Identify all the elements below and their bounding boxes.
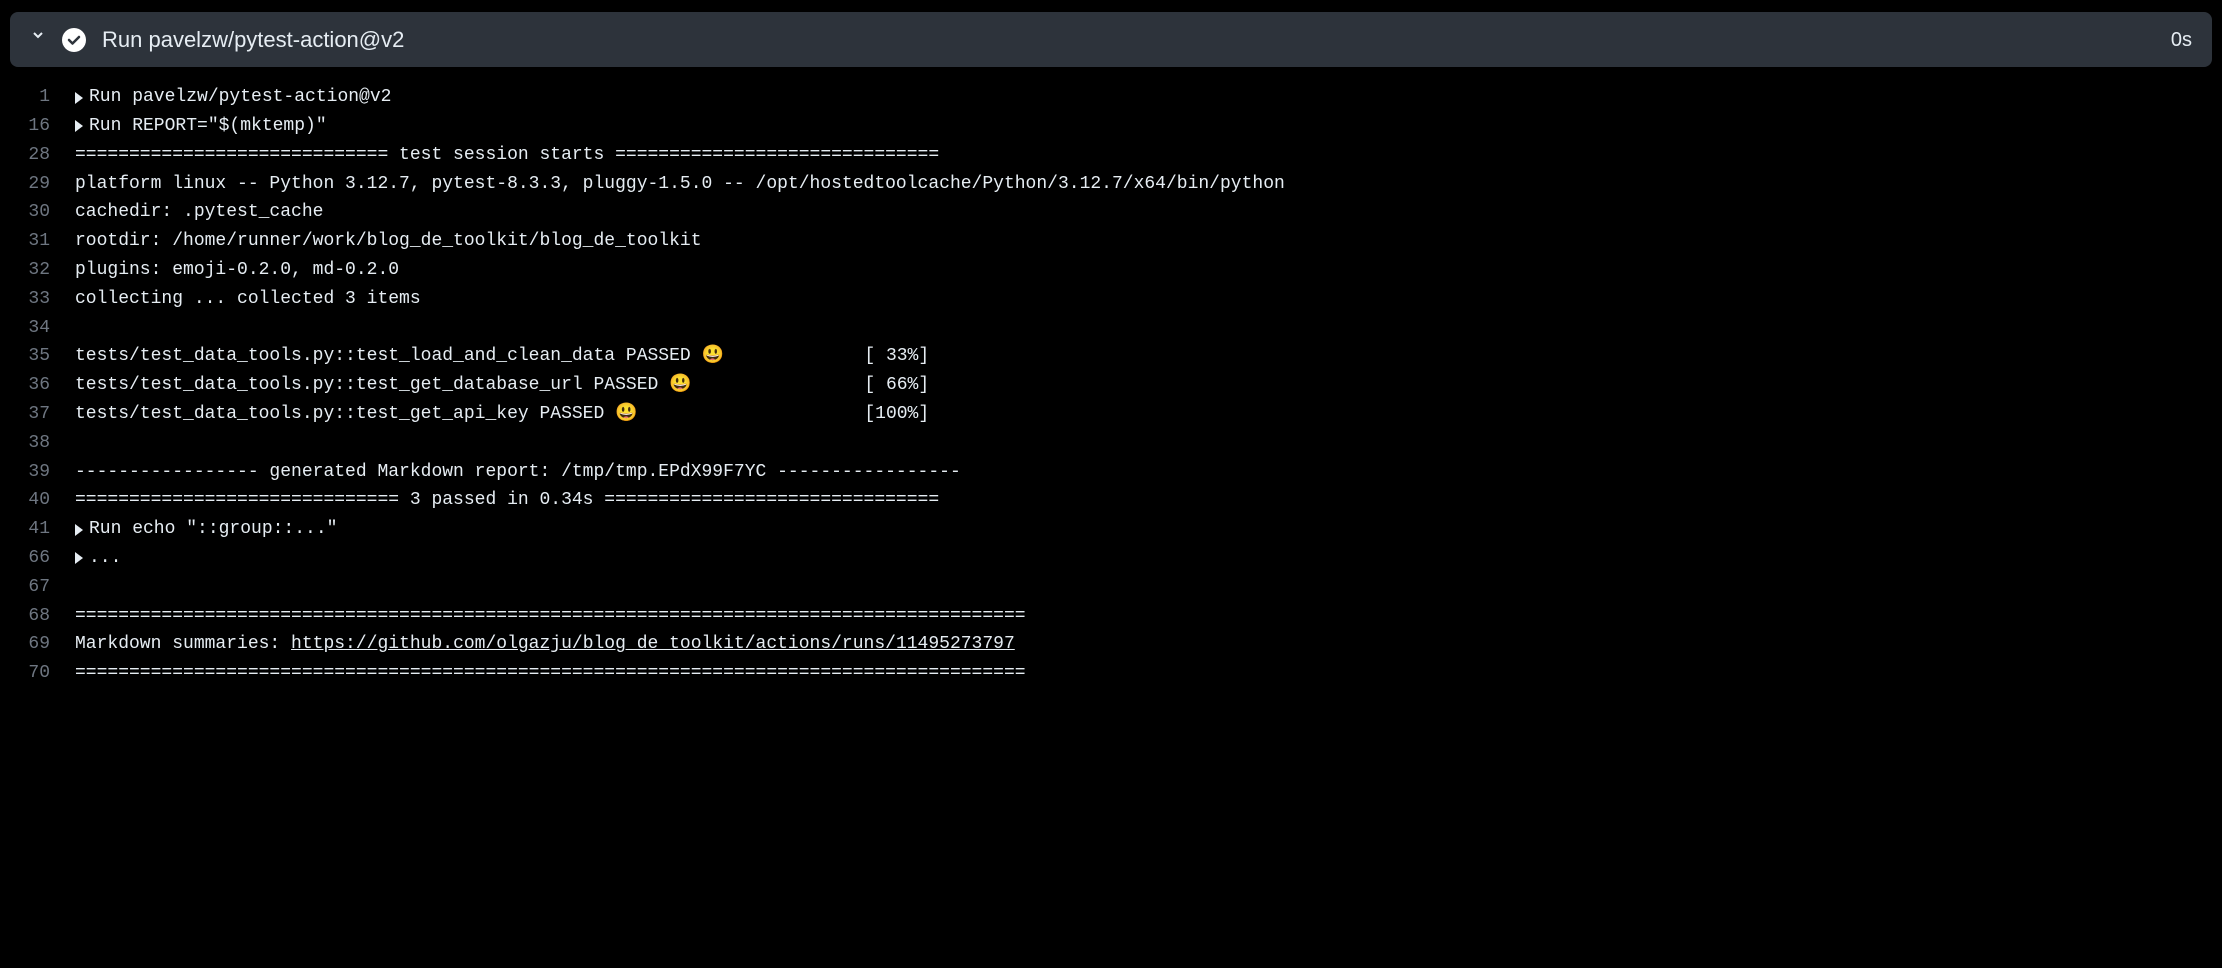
log-line: 32 plugins: emoji-0.2.0, md-0.2.0: [20, 256, 2222, 285]
log-line: 70 =====================================…: [20, 659, 2222, 688]
step-duration: 0s: [2171, 24, 2192, 56]
line-number: 34: [20, 314, 75, 343]
line-number: 32: [20, 256, 75, 285]
line-content: Run REPORT="$(mktemp)": [75, 112, 327, 141]
log-line: 67: [20, 573, 2222, 602]
line-content: plugins: emoji-0.2.0, md-0.2.0: [75, 256, 399, 285]
line-number: 38: [20, 429, 75, 458]
line-number: 29: [20, 170, 75, 199]
log-line: 31 rootdir: /home/runner/work/blog_de_to…: [20, 227, 2222, 256]
line-number: 36: [20, 371, 75, 400]
line-content: ========================================…: [75, 659, 1026, 688]
log-line: 68 =====================================…: [20, 602, 2222, 631]
log-line: 36 tests/test_data_tools.py::test_get_da…: [20, 371, 2222, 400]
line-number: 69: [20, 630, 75, 659]
step-header[interactable]: Run pavelzw/pytest-action@v2 0s: [10, 12, 2212, 67]
line-content: Run echo "::group::...": [75, 515, 337, 544]
log-line: 30 cachedir: .pytest_cache: [20, 198, 2222, 227]
line-content: ============================= test sessi…: [75, 141, 939, 170]
line-number: 33: [20, 285, 75, 314]
caret-right-icon: [75, 524, 83, 536]
line-number: 35: [20, 342, 75, 371]
line-number: 66: [20, 544, 75, 573]
line-number: 1: [20, 83, 75, 112]
log-line: 35 tests/test_data_tools.py::test_load_a…: [20, 342, 2222, 371]
log-line[interactable]: 1 Run pavelzw/pytest-action@v2: [20, 83, 2222, 112]
line-content: cachedir: .pytest_cache: [75, 198, 323, 227]
line-number: 40: [20, 486, 75, 515]
line-content: collecting ... collected 3 items: [75, 285, 421, 314]
line-number: 37: [20, 400, 75, 429]
log-line: 69 Markdown summaries: https://github.co…: [20, 630, 2222, 659]
log-line: 29 platform linux -- Python 3.12.7, pyte…: [20, 170, 2222, 199]
line-content: tests/test_data_tools.py::test_load_and_…: [75, 342, 929, 371]
line-number: 31: [20, 227, 75, 256]
line-content: Markdown summaries: https://github.com/o…: [75, 630, 1015, 659]
check-success-icon: [62, 28, 86, 52]
line-number: 70: [20, 659, 75, 688]
log-line: 33 collecting ... collected 3 items: [20, 285, 2222, 314]
log-line: 38: [20, 429, 2222, 458]
log-line[interactable]: 66 ...: [20, 544, 2222, 573]
line-number: 16: [20, 112, 75, 141]
summary-link[interactable]: https://github.com/olgazju/blog_de_toolk…: [291, 630, 1015, 659]
line-content: tests/test_data_tools.py::test_get_api_k…: [75, 400, 929, 429]
log-line: 39 ----------------- generated Markdown …: [20, 458, 2222, 487]
line-content: ----------------- generated Markdown rep…: [75, 458, 961, 487]
log-output: 1 Run pavelzw/pytest-action@v2 16 Run RE…: [0, 83, 2222, 688]
log-line: 40 ============================== 3 pass…: [20, 486, 2222, 515]
step-title: Run pavelzw/pytest-action@v2: [102, 22, 2155, 57]
line-number: 41: [20, 515, 75, 544]
log-line[interactable]: 41 Run echo "::group::...": [20, 515, 2222, 544]
line-content: rootdir: /home/runner/work/blog_de_toolk…: [75, 227, 702, 256]
log-line[interactable]: 16 Run REPORT="$(mktemp)": [20, 112, 2222, 141]
line-content: tests/test_data_tools.py::test_get_datab…: [75, 371, 929, 400]
line-content: ========================================…: [75, 602, 1026, 631]
line-content: ...: [75, 544, 121, 573]
caret-right-icon: [75, 92, 83, 104]
line-content: ============================== 3 passed …: [75, 486, 939, 515]
line-number: 39: [20, 458, 75, 487]
log-line: 34: [20, 314, 2222, 343]
line-number: 28: [20, 141, 75, 170]
line-number: 67: [20, 573, 75, 602]
caret-right-icon: [75, 552, 83, 564]
line-number: 30: [20, 198, 75, 227]
caret-right-icon: [75, 120, 83, 132]
line-content: platform linux -- Python 3.12.7, pytest-…: [75, 170, 1285, 199]
chevron-down-icon: [30, 27, 46, 51]
log-line: 37 tests/test_data_tools.py::test_get_ap…: [20, 400, 2222, 429]
line-number: 68: [20, 602, 75, 631]
line-content: Run pavelzw/pytest-action@v2: [75, 83, 391, 112]
log-line: 28 ============================= test se…: [20, 141, 2222, 170]
